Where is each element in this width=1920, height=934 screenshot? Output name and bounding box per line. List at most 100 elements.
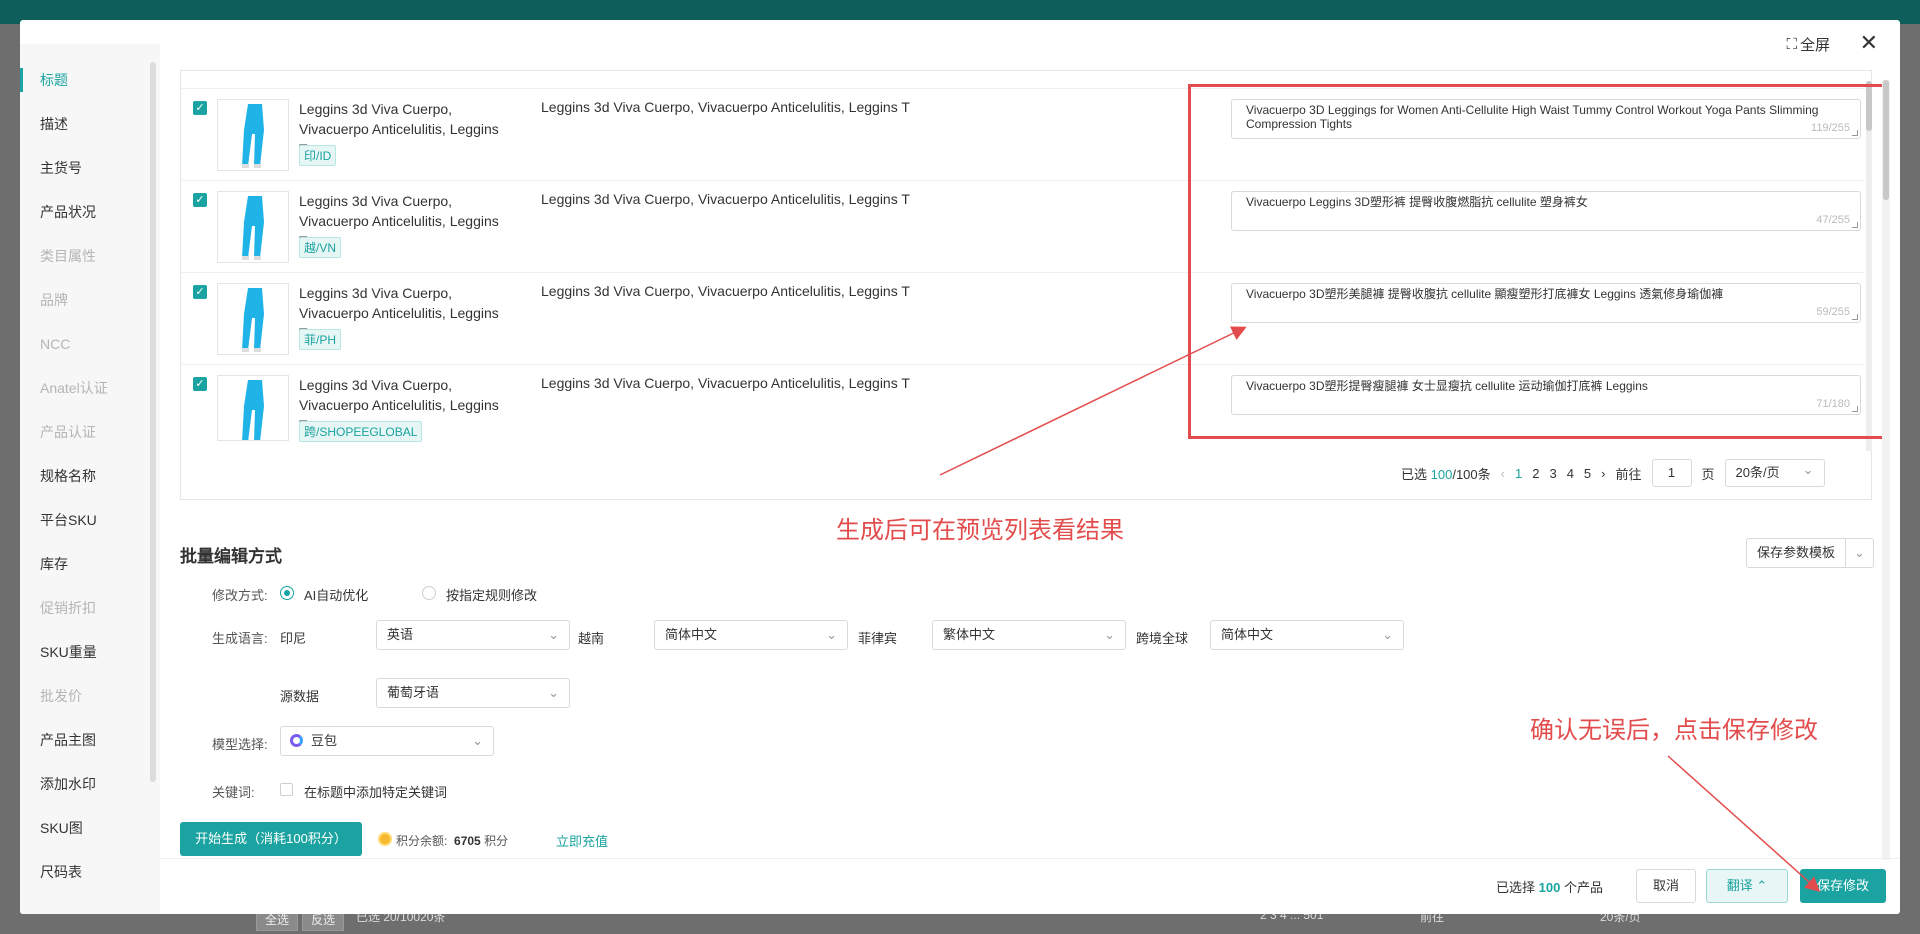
lang-label: 生成语言: xyxy=(212,631,268,646)
page-5[interactable]: 5 xyxy=(1584,466,1591,481)
next-page-icon[interactable]: › xyxy=(1601,466,1605,481)
model-select[interactable]: 豆包 ⌄ xyxy=(280,726,494,756)
modal-scrollbar[interactable] xyxy=(1882,80,1890,860)
sidebar-item-wholesale: 批发价 xyxy=(40,688,82,704)
source-label: 源数据 xyxy=(280,689,320,704)
section-title: 批量编辑方式 xyxy=(180,547,282,566)
lang-site-ph: 菲律宾 xyxy=(858,631,898,646)
row-checkbox[interactable]: ✓ xyxy=(193,101,207,115)
sidebar-item-main-image[interactable]: 产品主图 xyxy=(20,718,150,762)
chevron-down-icon: ⌄ xyxy=(548,685,559,700)
mode-rule-radio[interactable] xyxy=(422,586,436,600)
fullscreen-icon: ⛶ xyxy=(1786,36,1797,53)
page-size-select[interactable]: 20条/页 xyxy=(1724,457,1825,487)
sidebar-item-variation-name[interactable]: 规格名称 xyxy=(20,454,150,498)
page-2[interactable]: 2 xyxy=(1532,466,1539,481)
annotation-save: 确认无误后，点击保存修改 xyxy=(1530,717,1818,744)
fullscreen-button[interactable]: ⛶ 全屏 xyxy=(1786,34,1830,55)
sidebar-scrollbar[interactable] xyxy=(150,62,156,782)
prev-page-icon[interactable]: ‹ xyxy=(1501,466,1505,481)
page-1[interactable]: 1 xyxy=(1515,466,1522,481)
sidebar-item-description[interactable]: 描述 xyxy=(20,102,150,146)
original-title: Leggins 3d Viva Cuerpo, Vivacuerpo Antic… xyxy=(541,191,910,207)
lang-site-global: 跨境全球 xyxy=(1136,631,1189,646)
page-unit: 页 xyxy=(1701,466,1715,482)
highlight-frame xyxy=(1188,84,1888,439)
product-thumbnail xyxy=(217,375,289,441)
sidebar-item-category-attrs: 类目属性 xyxy=(40,248,96,264)
page-4[interactable]: 4 xyxy=(1567,466,1574,481)
mode-label: 修改方式: xyxy=(212,588,268,603)
keyword-label: 关键词: xyxy=(212,785,255,800)
sidebar-item-size-chart[interactable]: 尺码表 xyxy=(20,850,150,894)
site-tag: 越/VN xyxy=(299,237,342,258)
coin-icon xyxy=(378,832,392,846)
lang-site-vn: 越南 xyxy=(578,631,605,646)
points-balance: 积分余额: 6705 积分 xyxy=(396,834,509,848)
site-tag: 菲/PH xyxy=(299,329,342,350)
translate-button[interactable]: 翻译 ⌃ xyxy=(1706,869,1788,903)
row-checkbox[interactable]: ✓ xyxy=(193,193,207,207)
lang-select-ph[interactable]: 繁体中文 ⌄ xyxy=(932,620,1126,650)
sidebar-item-product-cert: 产品认证 xyxy=(40,424,96,440)
sidebar-item-watermark[interactable]: 添加水印 xyxy=(20,762,150,806)
chevron-down-icon[interactable]: ⌄ xyxy=(1846,545,1873,561)
save-template-label: 保存参数模板 xyxy=(1747,539,1847,567)
cancel-button[interactable]: 取消 xyxy=(1636,869,1696,903)
save-changes-button[interactable]: 保存修改 xyxy=(1800,869,1886,903)
sidebar-item-title[interactable]: 标题 xyxy=(20,58,150,102)
chevron-up-icon: ⌃ xyxy=(1756,878,1768,893)
sidebar-item-brand: 品牌 xyxy=(40,292,68,308)
model-label: 模型选择: xyxy=(212,737,268,752)
lang-select-vn[interactable]: 简体中文 ⌄ xyxy=(654,620,848,650)
keyword-option-label[interactable]: 在标题中添加特定关键词 xyxy=(304,782,447,801)
mode-rule-label[interactable]: 按指定规则修改 xyxy=(446,585,537,604)
pagination-selected-info: 已选 100/100条 xyxy=(1401,466,1491,482)
goto-label: 前往 xyxy=(1615,466,1642,482)
page-3[interactable]: 3 xyxy=(1549,466,1556,481)
sidebar-item-sku-weight[interactable]: SKU重量 xyxy=(20,630,150,674)
sidebar-item-condition[interactable]: 产品状况 xyxy=(20,190,150,234)
mode-ai-label[interactable]: AI自动优化 xyxy=(304,585,368,604)
sidebar-item-sku-main[interactable]: 主货号 xyxy=(20,146,150,190)
sidebar-item-platform-sku[interactable]: 平台SKU xyxy=(20,498,150,542)
sidebar-item-ncc: NCC xyxy=(40,336,71,352)
modal-header: ⛶ 全屏 ✕ xyxy=(20,20,1900,70)
row-checkbox[interactable]: ✓ xyxy=(193,377,207,391)
keyword-checkbox[interactable] xyxy=(280,783,293,796)
pagination: 已选 100/100条 ‹ 1 2 3 4 5 › 前往 1 页 20条/页 xyxy=(1401,457,1825,487)
annotation-preview: 生成后可在预览列表看结果 xyxy=(836,517,1124,544)
chevron-down-icon: ⌄ xyxy=(1104,627,1115,642)
product-thumbnail xyxy=(217,283,289,355)
chevron-down-icon: ⌄ xyxy=(472,733,483,748)
original-title: Leggins 3d Viva Cuerpo, Vivacuerpo Antic… xyxy=(541,283,910,299)
sidebar-item-anatel: Anatel认证 xyxy=(40,380,108,396)
fullscreen-label: 全屏 xyxy=(1799,37,1830,54)
original-title: Leggins 3d Viva Cuerpo, Vivacuerpo Antic… xyxy=(541,99,910,115)
chevron-down-icon: ⌄ xyxy=(1382,627,1393,642)
save-template-button[interactable]: 保存参数模板 ⌄ xyxy=(1746,538,1874,568)
goto-page-input[interactable]: 1 xyxy=(1651,459,1692,487)
footer-selected-info: 已选择 100 个产品 xyxy=(1496,880,1603,895)
batch-edit-modal: ⛶ 全屏 ✕ 标题 描述 主货号 产品状况 类目属性 品牌 NCC Anatel… xyxy=(20,20,1900,914)
lang-select-global[interactable]: 简体中文 ⌄ xyxy=(1210,620,1404,650)
recharge-link[interactable]: 立即充值 xyxy=(556,831,608,850)
row-checkbox[interactable]: ✓ xyxy=(193,285,207,299)
close-icon[interactable]: ✕ xyxy=(1860,30,1878,56)
mode-ai-radio[interactable] xyxy=(280,586,294,600)
sidebar-item-promo-discount: 促销折扣 xyxy=(40,600,96,616)
product-thumbnail xyxy=(217,191,289,263)
chevron-down-icon: ⌄ xyxy=(826,627,837,642)
sidebar: 标题 描述 主货号 产品状况 类目属性 品牌 NCC Anatel认证 产品认证… xyxy=(20,44,160,914)
site-tag: 跨/SHOPEEGLOBAL xyxy=(299,421,423,442)
source-select[interactable]: 葡萄牙语 ⌄ xyxy=(376,678,570,708)
lang-site-id: 印尼 xyxy=(280,631,307,646)
start-generate-button[interactable]: 开始生成（消耗100积分） xyxy=(180,822,362,856)
lang-select-id[interactable]: 英语 ⌄ xyxy=(376,620,570,650)
chevron-down-icon: ⌄ xyxy=(548,627,559,642)
sidebar-item-stock[interactable]: 库存 xyxy=(20,542,150,586)
site-tag: 印/ID xyxy=(299,145,337,166)
product-thumbnail xyxy=(217,99,289,171)
main-content: ✓ Leggins 3d Viva Cuerpo, Vivacuerpo Ant… xyxy=(180,70,1890,870)
sidebar-item-sku-image[interactable]: SKU图 xyxy=(20,806,150,850)
